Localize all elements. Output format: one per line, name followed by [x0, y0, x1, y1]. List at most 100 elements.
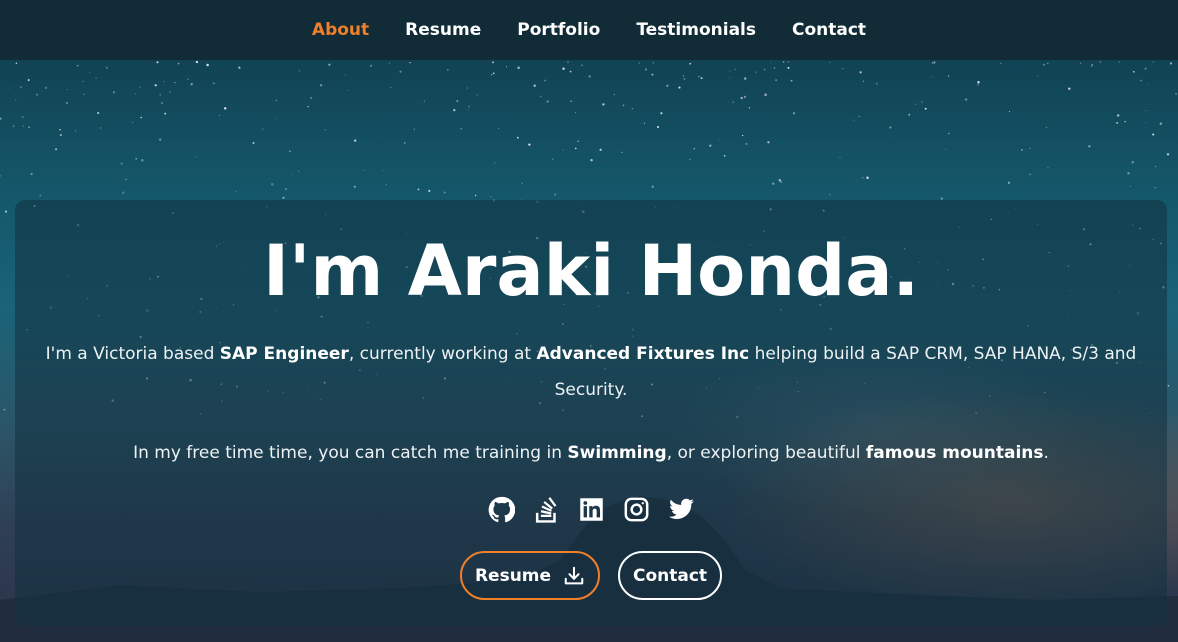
linkedin-icon[interactable] — [578, 496, 605, 523]
star — [1000, 62, 1002, 64]
star — [734, 68, 736, 70]
star — [506, 66, 507, 68]
star — [198, 63, 200, 65]
nav-contact-link[interactable]: Contact — [792, 20, 866, 40]
star — [22, 125, 24, 127]
star — [160, 102, 164, 105]
star — [1068, 87, 1071, 91]
top-navbar: About Resume Portfolio Testimonials Cont… — [0, 0, 1178, 60]
star — [417, 188, 420, 191]
star — [921, 101, 923, 103]
star — [516, 136, 519, 139]
star — [212, 82, 215, 85]
star — [3, 408, 6, 411]
star — [20, 86, 22, 88]
star — [28, 126, 31, 129]
star — [164, 112, 167, 115]
star — [839, 156, 841, 159]
star — [546, 100, 549, 103]
star — [385, 184, 387, 186]
star — [271, 183, 274, 186]
star — [0, 175, 2, 177]
star — [1029, 173, 1032, 176]
star — [159, 138, 162, 141]
star — [460, 128, 462, 130]
star — [347, 90, 349, 92]
star — [853, 119, 855, 121]
hero-hobby-paragraph: In my free time time, you can catch me t… — [35, 435, 1147, 471]
star — [298, 70, 300, 72]
star — [1144, 122, 1146, 124]
star — [187, 78, 189, 81]
github-icon[interactable] — [488, 496, 515, 523]
star — [562, 149, 564, 151]
star — [740, 96, 743, 100]
star — [782, 61, 785, 63]
star — [1047, 167, 1049, 169]
star — [310, 96, 313, 99]
star — [631, 107, 634, 110]
star — [787, 66, 790, 69]
star — [1129, 185, 1131, 187]
star — [689, 158, 691, 160]
star — [177, 62, 180, 65]
star — [30, 172, 33, 176]
star — [219, 115, 220, 117]
star — [602, 103, 605, 106]
star — [551, 158, 554, 160]
star — [651, 185, 654, 188]
star — [651, 73, 654, 76]
star — [770, 61, 772, 63]
star — [570, 100, 572, 103]
star — [195, 156, 197, 158]
nav-about-link[interactable]: About — [312, 20, 369, 40]
bio-text-2: , currently working at — [348, 344, 537, 364]
star — [59, 128, 61, 131]
resume-download-button[interactable]: Resume — [460, 551, 600, 600]
star — [1037, 75, 1039, 77]
star — [423, 100, 426, 102]
download-icon — [564, 566, 584, 584]
nav-portfolio-link[interactable]: Portfolio — [517, 20, 600, 40]
star — [125, 178, 127, 181]
star — [683, 78, 686, 80]
star — [729, 70, 731, 72]
star — [140, 116, 142, 119]
star — [492, 72, 495, 75]
star — [729, 77, 731, 79]
star — [1079, 62, 1082, 64]
star — [467, 105, 470, 108]
hobby-text-3: . — [1043, 443, 1049, 463]
star — [1140, 79, 1143, 82]
instagram-icon[interactable] — [623, 496, 650, 523]
nav-testimonials-link[interactable]: Testimonials — [636, 20, 756, 40]
star — [581, 64, 583, 66]
star — [569, 70, 572, 73]
star — [700, 77, 703, 80]
star — [446, 68, 449, 71]
star — [21, 116, 24, 119]
star — [154, 84, 157, 87]
contact-button[interactable]: Contact — [618, 551, 722, 600]
star — [1169, 62, 1173, 65]
star — [490, 196, 492, 198]
twitter-icon[interactable] — [668, 496, 695, 523]
bio-company: Advanced Fixtures Inc — [536, 344, 750, 364]
star — [859, 71, 862, 74]
star — [1175, 93, 1177, 95]
star — [466, 87, 468, 89]
star — [4, 210, 8, 213]
star — [588, 75, 591, 78]
star — [931, 62, 934, 64]
star — [645, 68, 647, 71]
stackoverflow-icon[interactable] — [533, 496, 560, 523]
nav-resume-link[interactable]: Resume — [405, 20, 481, 40]
star — [1147, 84, 1149, 86]
star — [134, 93, 136, 95]
star — [660, 112, 663, 115]
star — [829, 194, 831, 196]
star — [60, 134, 62, 136]
star — [363, 169, 365, 172]
star — [409, 61, 411, 64]
star — [528, 143, 531, 146]
